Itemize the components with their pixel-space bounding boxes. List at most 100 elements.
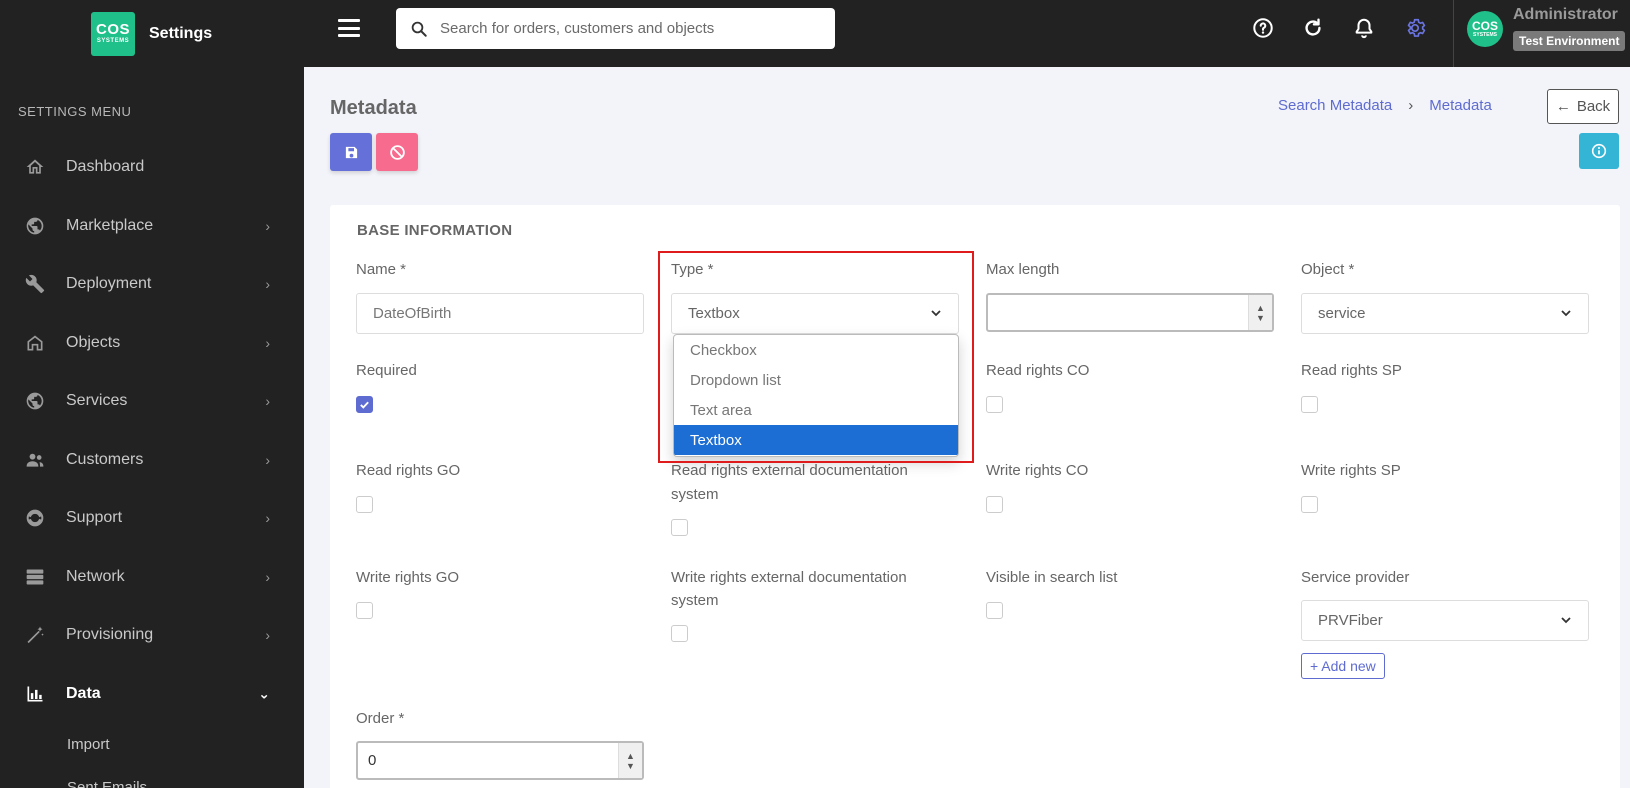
sidebar-subitem-import[interactable]: Import [0,723,304,766]
sidebar: COS SYSTEMS Settings SETTINGS MENU Dashb… [0,0,304,788]
write-rights-sp-label: Write rights SP [1301,462,1401,479]
brand-title: Settings [149,24,213,42]
sidebar-item-customers[interactable]: Customers › [0,431,304,490]
read-rights-ext-label-line1: Read rights external documentation [671,462,908,479]
order-input[interactable]: 0 ▲ ▼ [356,741,644,780]
gear-icon[interactable] [1402,15,1428,41]
read-rights-co-label: Read rights CO [986,362,1090,379]
write-rights-ext-label-line1: Write rights external documentation [671,569,907,586]
sidebar-item-network[interactable]: Network › [0,548,304,607]
name-label: Name * [356,261,407,278]
refresh-icon[interactable] [1300,15,1326,41]
write-rights-ext-checkbox[interactable] [671,625,688,642]
write-rights-co-label: Write rights CO [986,462,1089,479]
sidebar-item-label: Data [66,684,101,702]
read-rights-sp-checkbox[interactable] [1301,396,1318,413]
sidebar-item-label: Provisioning [66,626,154,644]
globe-icon [24,390,46,412]
read-rights-go-label: Read rights GO [356,462,461,479]
brand-logo[interactable]: COS SYSTEMS [91,11,135,56]
read-rights-ext-label-line2: system [671,486,719,503]
object-select[interactable]: service [1301,293,1589,334]
type-label: Type * [671,261,714,278]
chevron-down-icon [1561,617,1571,624]
type-option-dropdown-list[interactable]: Dropdown list [674,365,958,395]
sidebar-item-support[interactable]: Support › [0,489,304,548]
sidebar-item-data[interactable]: Data ⌄ [0,665,304,724]
read-rights-ext-checkbox[interactable] [671,519,688,536]
page-title: Metadata [330,97,417,119]
chevron-right-icon: › [265,510,270,527]
breadcrumb-metadata[interactable]: Metadata [1429,97,1492,114]
visible-in-search-label: Visible in search list [986,569,1118,586]
help-icon[interactable] [1250,15,1276,41]
sidebar-item-dashboard[interactable]: Dashboard [0,138,304,197]
avatar-text: COS [1471,19,1498,33]
server-icon [24,566,46,588]
order-label: Order * [356,710,405,727]
tools-icon [24,273,46,295]
name-input[interactable]: DateOfBirth [356,293,644,334]
sidebar-item-label: Network [66,567,125,585]
chevron-right-icon: › [265,276,270,293]
menu-heading: SETTINGS MENU [18,104,132,119]
info-icon [1591,143,1607,159]
write-rights-go-checkbox[interactable] [356,602,373,619]
spinner-icon[interactable]: ▲ ▼ [618,743,642,778]
sidebar-item-deployment[interactable]: Deployment › [0,255,304,314]
globe-icon [24,215,46,237]
check-icon [360,401,369,409]
save-button[interactable] [330,133,372,171]
arrow-left-icon: ← [1555,98,1571,115]
sidebar-menu: Dashboard Marketplace › Deployment › Obj… [0,138,304,788]
sidebar-item-label: Objects [66,333,121,351]
sidebar-item-marketplace[interactable]: Marketplace › [0,197,304,256]
write-rights-ext-label-line2: system [671,592,719,609]
visible-in-search-checkbox[interactable] [986,602,1003,619]
info-button[interactable] [1579,133,1619,169]
write-rights-co-checkbox[interactable] [986,496,1003,513]
service-provider-select[interactable]: PRVFiber [1301,600,1589,641]
object-label: Object * [1301,261,1355,278]
breadcrumb-search-metadata[interactable]: Search Metadata [1278,97,1392,114]
wand-icon [24,624,46,646]
menu-toggle-icon[interactable] [338,19,360,37]
order-value: 0 [368,752,377,769]
chevron-right-icon: › [265,627,270,644]
type-select[interactable]: Textbox [671,293,959,334]
user-name[interactable]: Administrator [1513,6,1618,24]
sidebar-subitem-sent-emails[interactable]: Sent Emails [0,766,304,788]
logo-text: COS [95,21,130,38]
type-option-textbox[interactable]: Textbox [674,425,958,455]
required-checkbox[interactable] [356,396,373,413]
home-icon [24,156,46,178]
sidebar-item-provisioning[interactable]: Provisioning › [0,606,304,665]
type-option-checkbox[interactable]: Checkbox [674,335,958,365]
sidebar-item-label: Dashboard [66,158,145,176]
sidebar-item-objects[interactable]: Objects › [0,314,304,373]
read-rights-co-checkbox[interactable] [986,396,1003,413]
topbar: COS SYSTEMS Administrator Test Environme… [304,0,1630,67]
save-icon [345,146,357,158]
search-input[interactable] [440,20,820,37]
write-rights-go-label: Write rights GO [356,569,460,586]
chevron-right-icon: › [265,393,270,410]
sidebar-item-services[interactable]: Services › [0,372,304,431]
type-option-text-area[interactable]: Text area [674,395,958,425]
spinner-icon[interactable]: ▲ ▼ [1248,295,1272,330]
logo-subtext: SYSTEMS [96,38,130,44]
page-header: Metadata Search Metadata › Metadata ← Ba… [304,67,1630,192]
avatar[interactable]: COS SYSTEMS [1467,11,1503,47]
read-rights-go-checkbox[interactable] [356,496,373,513]
sidebar-item-label: Customers [66,450,144,468]
type-select-value: Textbox [688,305,740,322]
chevron-down-icon [1561,310,1571,317]
add-new-button[interactable]: + Add new [1301,653,1385,679]
bell-icon[interactable] [1351,15,1377,41]
write-rights-sp-checkbox[interactable] [1301,496,1318,513]
back-button[interactable]: ← Back [1547,89,1619,124]
bar-chart-icon [24,683,46,705]
max-length-input[interactable]: ▲ ▼ [986,293,1274,332]
form-card: BASE INFORMATION Name * DateOfBirth Type… [330,205,1620,788]
cancel-button[interactable] [376,133,418,171]
